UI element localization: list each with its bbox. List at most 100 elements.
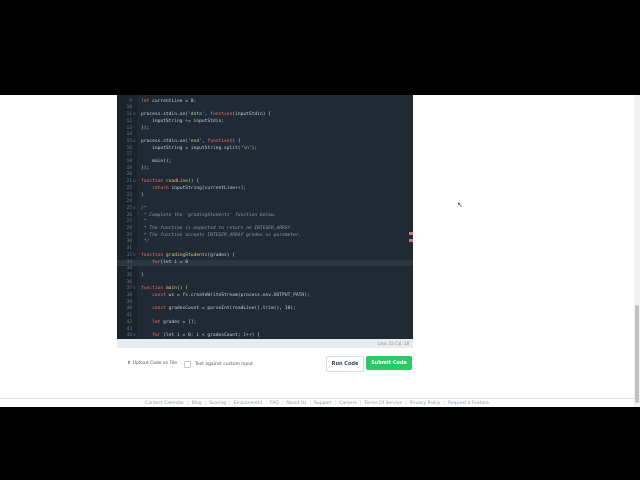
line-number: 22: [126, 185, 132, 191]
fold-arrow-icon[interactable]: v: [133, 179, 136, 186]
footer-link[interactable]: Blog: [192, 401, 202, 406]
line-number: 28: [126, 226, 132, 231]
footer-link[interactable]: Careers: [339, 401, 356, 406]
footer-separator: |: [334, 401, 337, 406]
line-number: 31: [126, 246, 132, 252]
code-line[interactable]: 26 * Complete the 'gradingStudents' func…: [117, 213, 413, 220]
run-code-button[interactable]: Run Code: [326, 356, 364, 372]
code-text: * The function is expected to return an …: [141, 226, 294, 231]
line-number: 24: [126, 199, 132, 205]
code-line[interactable]: 21 v function readLine() {: [117, 179, 413, 186]
code-line[interactable]: 9 let currentLine = 0;: [117, 99, 413, 106]
scrollbar-thumb[interactable]: [635, 305, 639, 403]
footer-separator: |: [229, 401, 231, 406]
footer-separator: |: [187, 401, 189, 406]
footer-link[interactable]: Terms Of Service: [364, 401, 402, 406]
code-line[interactable]: 40 const gradesCount = parseInt(readLine…: [117, 306, 413, 313]
footer-link[interactable]: Support: [314, 401, 332, 406]
footer-separator: |: [265, 401, 267, 406]
line-number: 12: [126, 118, 132, 124]
footer-link[interactable]: Request a Feature: [448, 401, 489, 406]
code-line[interactable]: 12 inputString += inputStdin;: [117, 119, 413, 126]
line-number: 42: [126, 319, 132, 325]
code-text: main();: [141, 159, 172, 164]
code-line[interactable]: 11 v process.stdin.on('data', function(inp…: [117, 112, 413, 119]
footer-separator: |: [309, 401, 312, 406]
page-scrollbar[interactable]: [634, 95, 640, 407]
code-line[interactable]: 34: [117, 266, 413, 273]
line-number: 41: [126, 313, 132, 319]
cursor-position: Line: 33 Col: 18: [377, 341, 409, 346]
code-line[interactable]: 28 * The function is expected to return …: [117, 226, 413, 233]
code-line[interactable]: 42 let grades = [];: [117, 320, 413, 327]
line-number: 18: [126, 159, 132, 164]
code-line[interactable]: 22 return inputString[currentLine++];: [117, 186, 413, 193]
code-line[interactable]: 17: [117, 152, 413, 159]
line-number: 25: [126, 205, 132, 211]
code-text: let currentLine = 0;: [141, 98, 197, 104]
footer-link[interactable]: About Us: [286, 401, 306, 406]
code-line[interactable]: 25 v /*: [117, 206, 413, 213]
upload-icon: ⬆: [127, 361, 131, 366]
footer-separator: |: [405, 401, 407, 406]
editor-status-bar: Line: 33 Col: 18: [117, 339, 413, 348]
code-text: *: [141, 219, 147, 225]
code-line[interactable]: 15 v process.stdin.on('end', function() {: [117, 139, 413, 146]
code-line[interactable]: 19});: [117, 166, 413, 173]
code-line[interactable]: 23}: [117, 193, 413, 200]
code-text: });: [141, 125, 150, 131]
error-markers: [409, 232, 413, 244]
code-line[interactable]: 18 main();: [117, 159, 413, 166]
fold-arrow-icon[interactable]: v: [133, 286, 136, 293]
line-number: 15: [126, 138, 132, 144]
footer-link[interactable]: FAQ: [270, 401, 279, 406]
submit-code-button[interactable]: Submit Code: [366, 356, 412, 370]
custom-input-toggle[interactable]: Test against custom input: [184, 361, 253, 368]
custom-input-checkbox[interactable]: [184, 361, 191, 368]
code-text: }: [141, 272, 144, 278]
code-line[interactable]: 27 *: [117, 219, 413, 226]
line-number: 37: [126, 286, 132, 292]
code-text: const gradesCount = parseInt(readLine().…: [141, 306, 296, 312]
code-text: const ws = fs.createWriteStream(process.…: [141, 293, 310, 298]
code-text: function readLine() {: [141, 179, 200, 185]
line-number: 35: [126, 272, 132, 278]
code-line[interactable]: 37 v function main() {: [117, 286, 413, 293]
code-line[interactable]: 35}: [117, 273, 413, 280]
code-line[interactable]: 41: [117, 313, 413, 320]
fold-arrow-icon[interactable]: v: [133, 206, 136, 213]
fold-arrow-icon[interactable]: v: [133, 253, 136, 260]
line-number: 32: [126, 252, 132, 258]
footer-separator: |: [443, 401, 445, 406]
footer-link[interactable]: Environment: [234, 401, 263, 406]
code-line[interactable]: 38 const ws = fs.createWriteStream(proce…: [117, 293, 413, 300]
code-line[interactable]: 30 */: [117, 239, 413, 246]
code-text: for(let i = 0: [152, 259, 189, 265]
footer-link[interactable]: Privacy Policy: [410, 401, 441, 406]
footer-separator: |: [281, 401, 284, 406]
fold-arrow-icon[interactable]: v: [133, 139, 136, 146]
code-line[interactable]: 33 for(let i = 0: [117, 259, 413, 267]
code-text: * Complete the 'gradingStudents' functio…: [141, 212, 277, 218]
code-line[interactable]: 32 v function gradingStudents(grades) {: [117, 253, 413, 260]
upload-label: Upload Code as File: [132, 361, 177, 366]
line-number: 21: [126, 179, 132, 185]
upload-code-link[interactable]: ⬆ Upload Code as File: [127, 361, 177, 366]
code-editor[interactable]: 89let currentLine = 0;1011vprocess.stdin…: [117, 95, 413, 339]
code-text: function main() {: [141, 286, 189, 292]
footer-separator: |: [204, 401, 207, 406]
footer-link[interactable]: Contest Calendar: [145, 401, 184, 406]
code-line[interactable]: 29 * The function accepts INTEGER_ARRAY …: [117, 233, 413, 240]
mouse-cursor: ↖: [457, 201, 463, 209]
footer-links: Contest Calendar | Blog | Scoring | Environmen…: [0, 398, 634, 407]
code-line[interactable]: 24: [117, 199, 413, 206]
footer-link[interactable]: Scoring: [209, 401, 226, 406]
code-line[interactable]: 16 inputString = inputString.split('\n')…: [117, 146, 413, 153]
code-text: function gradingStudents(grades) {: [141, 252, 236, 258]
fold-arrow-icon[interactable]: v: [133, 112, 136, 119]
code-line[interactable]: 13});: [117, 126, 413, 133]
code-line[interactable]: 31: [117, 246, 413, 253]
code-line[interactable]: 14: [117, 132, 413, 139]
code-text: process.stdin.on('data', function(inputS…: [141, 112, 272, 118]
line-number: 11: [126, 112, 132, 118]
